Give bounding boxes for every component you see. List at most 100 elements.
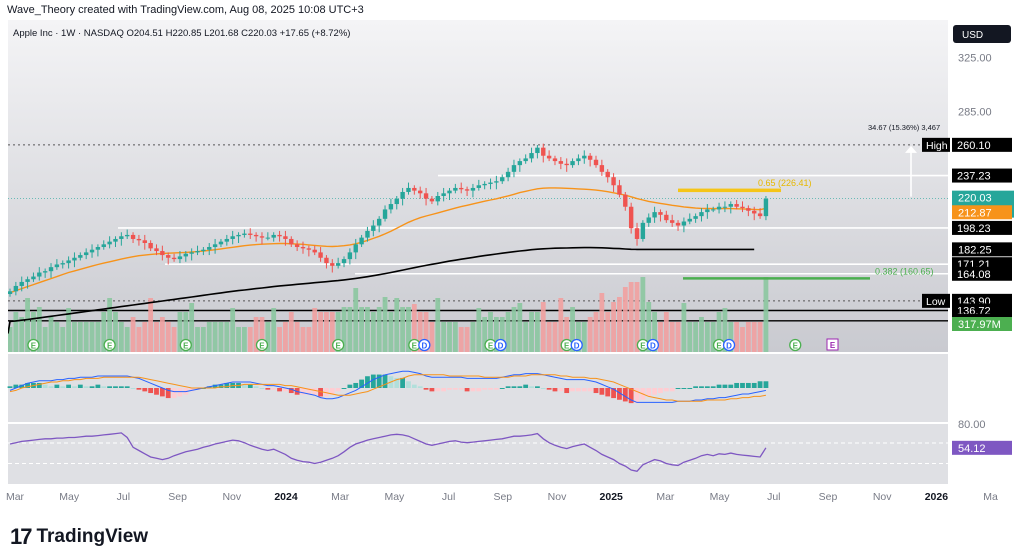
volume-bar: [347, 307, 353, 352]
candle-body: [72, 257, 77, 261]
event-letter: E: [488, 342, 494, 351]
macd-histogram-bar: [177, 388, 183, 397]
macd-histogram-bar: [411, 384, 417, 388]
candle-body: [558, 161, 564, 164]
volume-bar: [294, 322, 300, 352]
event-earnings-icon[interactable]: E: [712, 338, 726, 352]
candle-body: [212, 244, 218, 248]
candle-body: [142, 240, 147, 243]
candle-body: [693, 216, 698, 219]
macd-histogram-bar: [488, 388, 493, 390]
volume-bar: [447, 322, 452, 352]
candle-body: [418, 190, 423, 194]
volume-bar: [130, 317, 136, 352]
event-earnings-icon[interactable]: E: [27, 338, 40, 352]
macd-histogram-bar: [757, 381, 763, 388]
event-earnings-icon[interactable]: E: [255, 338, 269, 352]
macd-histogram-bar: [763, 381, 769, 388]
candle-body: [564, 163, 569, 166]
candle-body: [716, 206, 722, 210]
macd-histogram-bar: [646, 388, 652, 397]
volume-bar: [159, 317, 165, 352]
volume-bar: [95, 322, 101, 352]
price-tick-285: 285.00: [958, 106, 992, 118]
future-earnings-icon[interactable]: E: [826, 338, 839, 351]
event-earnings-icon[interactable]: E: [332, 338, 345, 352]
candle-body: [658, 212, 663, 215]
volume-bar: [669, 322, 675, 352]
event-earnings-icon[interactable]: E: [560, 338, 573, 352]
candle-body: [634, 228, 640, 239]
volume-bar: [675, 322, 681, 352]
event-dividend-icon[interactable]: D: [418, 338, 431, 352]
macd-histogram-bar: [72, 386, 77, 388]
candle-body: [552, 158, 558, 162]
macd-histogram-bar: [300, 388, 306, 395]
rsi-pane[interactable]: [8, 424, 948, 484]
candle-body: [687, 218, 692, 222]
event-earnings-icon[interactable]: E: [103, 338, 116, 352]
candle-body: [236, 234, 241, 237]
event-earnings-icon[interactable]: E: [636, 338, 650, 352]
candle-body: [541, 147, 546, 156]
volume-bar: [740, 327, 745, 352]
x-tick-10: Nov: [548, 491, 567, 503]
volume-bar: [365, 307, 370, 352]
x-tick-12: Mar: [656, 491, 675, 503]
candle-body: [119, 236, 124, 239]
volume-bar: [72, 322, 77, 352]
candle-body: [8, 291, 13, 295]
macd-histogram-bar: [429, 388, 435, 392]
chart[interactable]: Apple Inc · 1W · NASDAQ O204.51 H220.85 …: [0, 18, 1024, 516]
tv-brand-name: TradingView: [36, 526, 149, 547]
event-dividend-icon[interactable]: D: [570, 338, 583, 352]
event-earnings-icon[interactable]: E: [789, 338, 802, 352]
volume-bar: [400, 307, 406, 352]
volume-bar: [458, 327, 464, 352]
candle-body: [189, 252, 194, 254]
volume-bar: [529, 312, 534, 352]
x-tick-13: May: [710, 491, 731, 503]
event-letter: E: [640, 342, 646, 351]
volume-bar: [611, 302, 616, 352]
event-earnings-icon[interactable]: E: [179, 338, 192, 352]
macd-histogram-bar: [83, 386, 89, 388]
level-tag-text-260.10: 260.10: [957, 140, 991, 152]
macd-histogram-bar: [66, 384, 71, 388]
macd-histogram-bar: [271, 388, 277, 390]
volume-bar: [118, 322, 124, 352]
event-letter: D: [421, 342, 427, 351]
candle-body: [365, 230, 370, 238]
volume-bar: [763, 277, 769, 352]
x-tick-5: 2024: [274, 491, 298, 503]
macd-histogram-bar: [148, 388, 154, 394]
event-letter: D: [574, 342, 580, 351]
candle-body: [681, 221, 687, 226]
macd-histogram-bar: [265, 388, 271, 390]
candle-body: [253, 234, 259, 237]
event-dividend-icon[interactable]: D: [494, 338, 507, 352]
macd-histogram-bar: [687, 388, 693, 389]
candle-body: [646, 217, 651, 223]
candle-body: [388, 204, 394, 210]
candle-body: [705, 209, 710, 213]
macd-histogram-bar: [353, 382, 359, 388]
volume-bar: [535, 312, 540, 352]
fib-resistance-label: 0.65 (226.41): [758, 178, 812, 188]
currency-button[interactable]: USD: [953, 25, 1011, 43]
level-tag-text-164.08: 164.08: [957, 269, 991, 281]
candle-body: [652, 212, 657, 218]
candle-body: [242, 233, 247, 235]
candle-body: [382, 209, 388, 219]
volume-bar: [247, 327, 253, 352]
event-dividend-icon[interactable]: D: [646, 338, 660, 352]
volume-bar: [236, 327, 241, 352]
macd-histogram-bar: [382, 374, 388, 388]
candle-body: [359, 237, 364, 245]
macd-histogram-bar: [259, 388, 265, 389]
candle-body: [734, 204, 739, 207]
tradingview-logo[interactable]: 17 TradingView: [10, 524, 148, 550]
event-dividend-icon[interactable]: D: [722, 338, 736, 352]
candle-body: [207, 247, 212, 250]
candle-body: [453, 187, 458, 191]
